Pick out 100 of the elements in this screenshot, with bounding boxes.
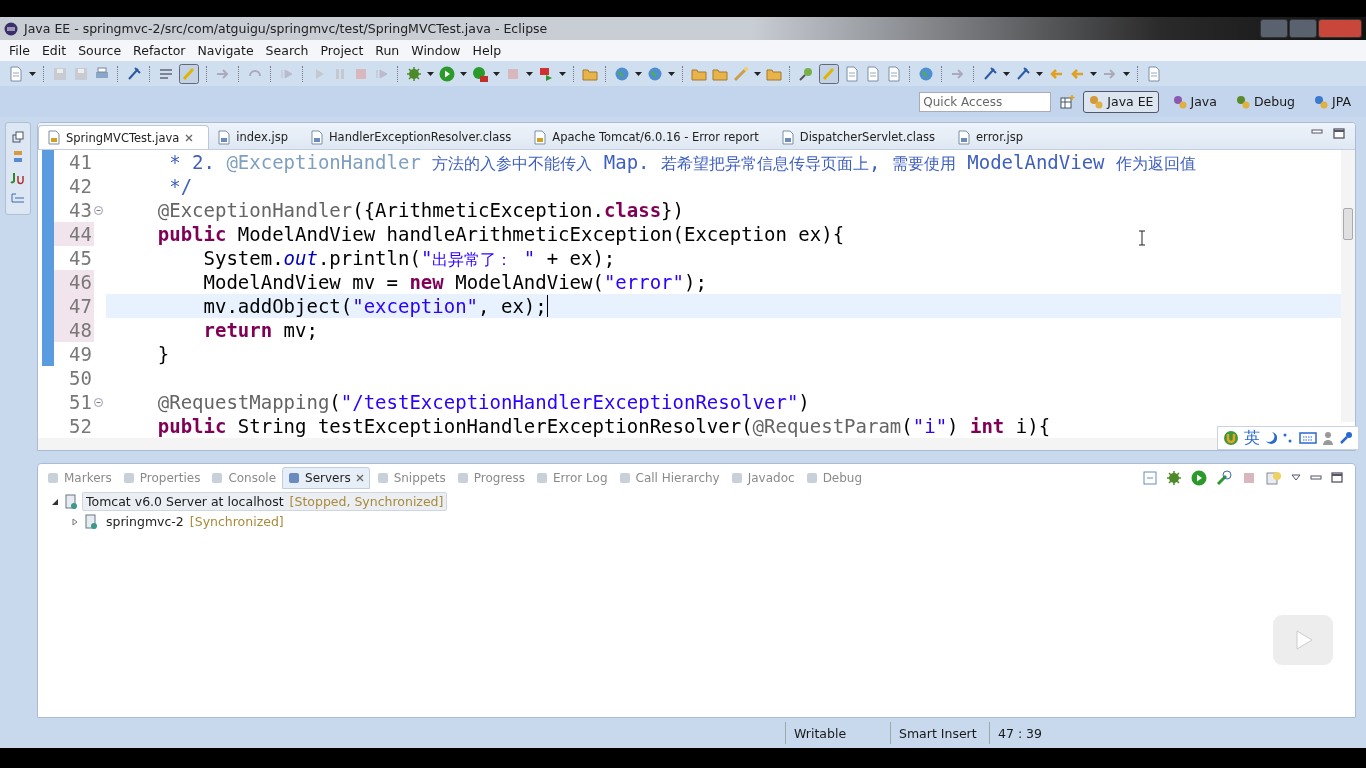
bug-icon[interactable] (1166, 469, 1182, 486)
hierarchy-icon[interactable] (12, 150, 24, 164)
dropdown-caret-icon[interactable] (1036, 71, 1043, 76)
dropdown-caret-icon[interactable] (668, 71, 675, 76)
page-icon[interactable] (844, 65, 860, 82)
highlighter-icon[interactable] (819, 63, 839, 84)
line-number: 51 (68, 390, 93, 414)
dropdown-caret-icon[interactable] (460, 71, 467, 76)
editor-tab[interactable]: SpringMVCTest.java (38, 125, 210, 149)
file-icon (47, 130, 61, 145)
open-perspective-icon[interactable] (1059, 93, 1076, 110)
perspective-button[interactable]: Java (1166, 90, 1222, 113)
menu-item[interactable]: Help (466, 43, 508, 58)
view-tab[interactable]: Error Log (531, 466, 612, 489)
fold-icon[interactable] (94, 205, 103, 215)
expanded-arrow-icon[interactable] (50, 497, 60, 506)
close-button[interactable] (1318, 19, 1362, 38)
view-tab[interactable]: Call Hierarchy (613, 466, 724, 489)
globe-icon[interactable] (614, 65, 630, 82)
globe-icon[interactable] (918, 65, 934, 82)
dropdown-caret-icon[interactable] (493, 71, 500, 76)
code-line: */ (168, 174, 193, 198)
highlighter-icon[interactable] (179, 63, 199, 84)
close-icon[interactable] (184, 132, 195, 143)
view-menu-icon[interactable] (1291, 474, 1301, 482)
view-tab[interactable]: Snippets (371, 466, 450, 489)
minimize-icon[interactable] (1310, 473, 1322, 482)
run-tool-icon[interactable] (472, 65, 488, 82)
perspective-icon (1171, 93, 1188, 110)
menu-item[interactable]: Search (259, 43, 315, 58)
file-icon (957, 129, 972, 145)
tree-item[interactable]: springmvc-2 [Synchronized] (102, 512, 288, 532)
editor-tab[interactable]: index.jsp (209, 125, 302, 149)
dropdown-caret-icon[interactable] (754, 71, 761, 76)
status-field: Writable (785, 722, 890, 744)
run-icon[interactable] (1191, 469, 1207, 486)
minimize-icon[interactable] (1311, 127, 1323, 136)
editor-tab[interactable]: error.jsp (949, 125, 1037, 149)
code-line: * 2. @ExceptionHandler 方法的入参中不能传入 Map. 若希望把异常信息传导页面上, 需要使用 ModelAndView 作为返回值 (168, 150, 1196, 174)
menu-item[interactable]: Edit (35, 43, 73, 58)
wand-icon[interactable] (733, 65, 749, 82)
page-icon[interactable] (886, 65, 902, 82)
run-icon[interactable] (439, 65, 455, 82)
fold-icon[interactable] (94, 397, 103, 407)
maximize-button[interactable] (1289, 19, 1317, 38)
menu-item[interactable]: Refactor (127, 43, 192, 58)
dropdown-caret-icon[interactable] (1003, 71, 1010, 76)
text-cursor (546, 295, 548, 317)
view-tab[interactable]: Servers (282, 466, 370, 489)
dropdown-caret-icon[interactable] (1090, 71, 1097, 76)
dropdown-caret-icon[interactable] (1123, 71, 1130, 76)
bug-icon[interactable] (406, 65, 422, 82)
editor-tab[interactable]: HandlerExceptionResolver.class (301, 125, 526, 149)
view-tab[interactable]: Javadoc (725, 466, 799, 489)
line-number: 47 (54, 294, 94, 318)
maximize-icon[interactable] (1331, 472, 1343, 484)
dropdown-caret-icon[interactable] (635, 71, 642, 76)
perspective-icon (1313, 93, 1329, 110)
view-tab[interactable]: Debug (800, 466, 867, 489)
view-tab[interactable]: Console (206, 466, 281, 489)
dropdown-caret-icon[interactable] (427, 71, 434, 76)
dropdown-caret-icon[interactable] (29, 71, 36, 76)
tree-item[interactable]: Tomcat v6.0 Server at localhost [Stopped, Synchronized] (82, 492, 448, 512)
text-cursor-icon (1138, 230, 1146, 246)
page-icon[interactable] (8, 65, 24, 82)
menu-item[interactable]: Window (405, 43, 467, 58)
minimize-button[interactable] (1260, 19, 1288, 38)
globe-icon[interactable] (647, 65, 663, 82)
collapsed-arrow-icon[interactable] (70, 517, 80, 526)
dropdown-caret-icon[interactable] (559, 71, 566, 76)
line-number: 49 (68, 342, 93, 366)
menu-item[interactable]: Run (369, 43, 406, 58)
line-number: 46 (54, 270, 94, 294)
menu-item[interactable]: Source (72, 43, 128, 58)
collapse-icon[interactable] (1143, 470, 1157, 485)
perspective-button[interactable]: JPA (1308, 90, 1356, 113)
maximize-icon[interactable] (1333, 127, 1345, 139)
junit-icon[interactable] (10, 171, 26, 185)
code-line: @ExceptionHandler({ArithmeticException.class}) (156, 198, 684, 222)
restore-icon[interactable] (12, 131, 24, 143)
menu-item[interactable]: Project (314, 43, 370, 58)
view-tab[interactable]: Progress (451, 466, 529, 489)
status-field: 47 : 39 (989, 722, 1050, 744)
perspective-button[interactable]: Java EE (1083, 90, 1159, 113)
publish-icon[interactable] (1266, 469, 1282, 486)
outline-icon[interactable] (11, 192, 25, 206)
view-tab[interactable]: Properties (117, 466, 205, 489)
dropdown-caret-icon[interactable] (526, 71, 533, 76)
quick-access-field[interactable]: Quick Access (919, 91, 1052, 112)
editor-tab[interactable]: DispatcherServlet.class (772, 125, 950, 149)
editor-tab[interactable]: Apache Tomcat/6.0.16 - Error report (525, 125, 773, 149)
page-icon[interactable] (865, 65, 881, 82)
menu-item[interactable]: Navigate (191, 43, 260, 58)
menu-item[interactable]: File (3, 43, 36, 58)
page-icon[interactable] (1146, 65, 1162, 82)
flag-icon[interactable] (538, 65, 554, 82)
perspective-button[interactable]: Debug (1229, 90, 1300, 113)
view-tab[interactable]: Markers (42, 466, 116, 489)
close-icon[interactable] (354, 472, 365, 483)
vertical-scrollbar[interactable] (1341, 150, 1355, 422)
